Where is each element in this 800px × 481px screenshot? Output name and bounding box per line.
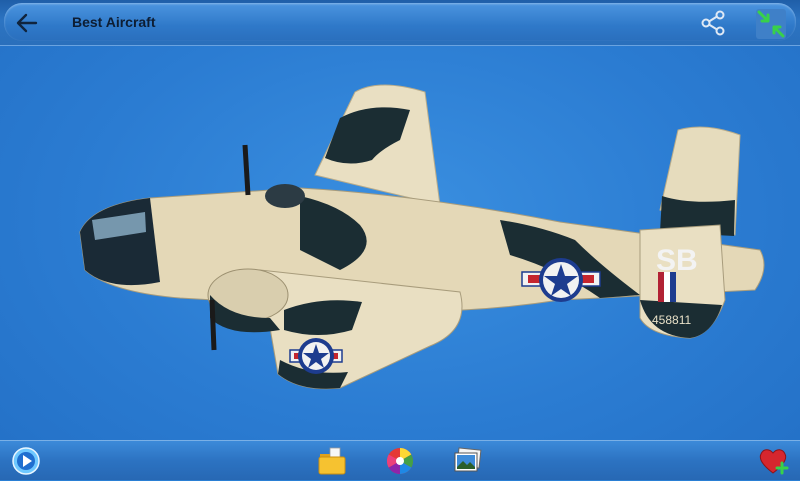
top-action-bar: Best Aircraft: [0, 0, 800, 46]
folder-button[interactable]: [316, 446, 348, 476]
add-favorite-icon: [759, 449, 789, 475]
bottom-toolbar: [0, 440, 800, 480]
color-wheel-icon: [386, 447, 414, 475]
gallery-icon: [454, 447, 482, 472]
page-title: Best Aircraft: [72, 14, 156, 30]
gallery-button[interactable]: [452, 446, 484, 476]
fullscreen-toggle-icon: [757, 10, 785, 38]
share-icon: [701, 10, 725, 36]
add-favorite-button[interactable]: [758, 446, 790, 476]
folder-icon: [318, 447, 346, 475]
slideshow-play-icon: [12, 447, 40, 475]
aircraft-illustration: SB 458811: [79, 84, 765, 390]
slideshow-button[interactable]: [10, 446, 42, 476]
aircraft-photo: SB 458811: [0, 0, 800, 480]
share-button[interactable]: [700, 10, 726, 36]
back-button[interactable]: [14, 11, 40, 35]
tail-number: 458811: [652, 313, 691, 327]
back-arrow-icon: [16, 13, 38, 33]
color-button[interactable]: [384, 446, 416, 476]
fullscreen-button[interactable]: [756, 9, 786, 39]
